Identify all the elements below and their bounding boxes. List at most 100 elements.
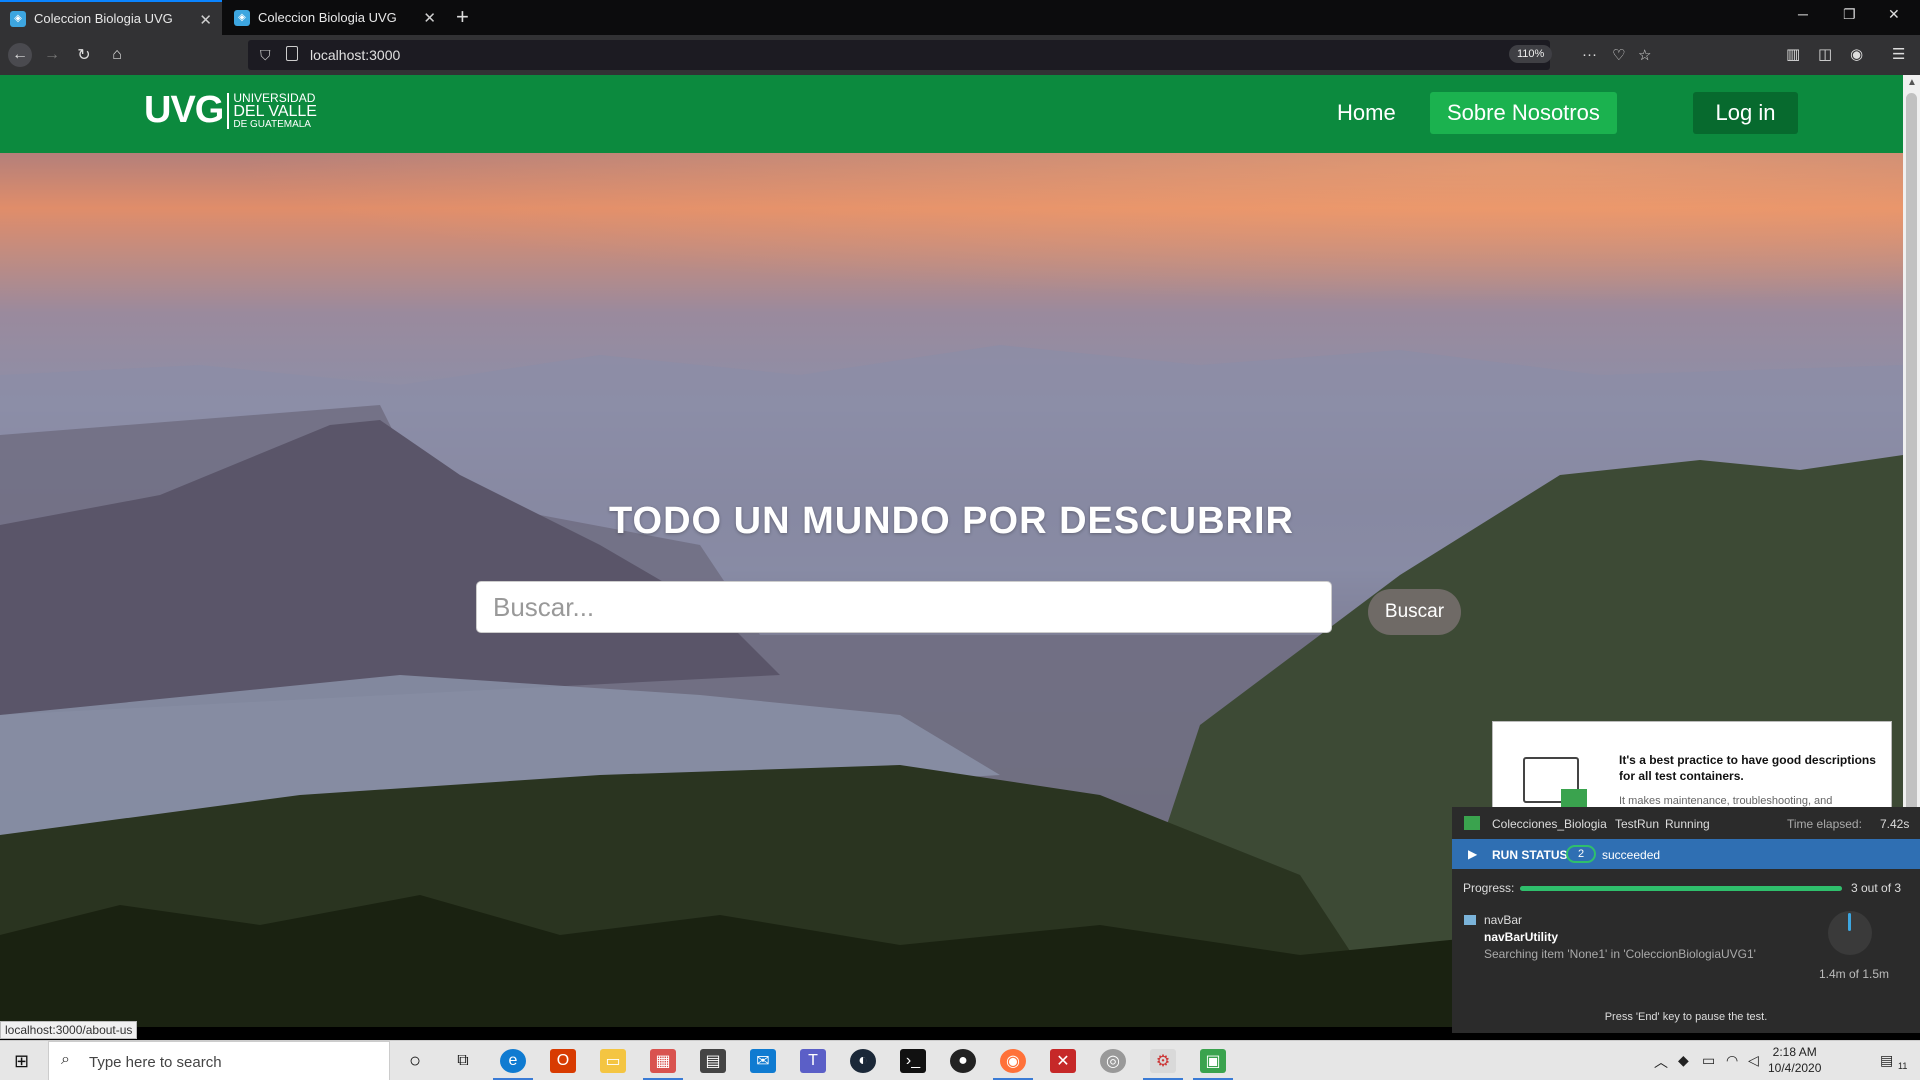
succeeded-count-badge: 2 (1566, 845, 1596, 863)
teams-icon[interactable]: T (800, 1049, 826, 1073)
taskbar-search[interactable]: ⌕ Type here to search (48, 1041, 390, 1080)
memory-usage: 1.4m of 1.5m (1819, 967, 1890, 981)
loading-spinner-icon (1828, 911, 1872, 955)
mail-icon[interactable]: ✉ (750, 1049, 776, 1073)
test-tip-card: It's a best practice to have good descri… (1492, 721, 1892, 811)
scroll-up-icon[interactable]: ▲ (1907, 77, 1917, 88)
minimize-icon[interactable]: ─ (1798, 6, 1808, 22)
notification-count: 11 (1898, 1061, 1908, 1071)
close-tab-icon[interactable]: ✕ (423, 9, 436, 27)
site-navbar: UVG UNIVERSIDAD DEL VALLE DE GUATEMALA H… (0, 75, 1903, 153)
test-parent: navBar (1484, 913, 1523, 927)
calendar-app-icon[interactable]: ▦ (650, 1049, 676, 1073)
home-icon[interactable]: ⌂ (105, 43, 129, 67)
browser-tab-bar: ◈ Coleccion Biologia UVG ✕ ◈ Coleccion B… (0, 0, 1920, 35)
succeeded-label: succeeded (1602, 848, 1661, 862)
test-detail: Searching item 'None1' in 'ColeccionBiol… (1484, 947, 1756, 961)
battery-icon[interactable]: ▭ (1702, 1052, 1715, 1069)
tip-title: It's a best practice to have good descri… (1619, 753, 1876, 783)
reload-icon[interactable]: ↻ (72, 43, 96, 67)
run-status-label: RUN STATUS (1492, 848, 1568, 862)
restore-icon[interactable]: ❐ (1843, 6, 1856, 23)
volume-icon[interactable]: ◁ (1748, 1052, 1759, 1069)
test-studio-icon[interactable]: ▣ (1200, 1049, 1226, 1073)
run-status-bar[interactable]: ▶ RUN STATUS 2 succeeded (1452, 839, 1920, 869)
sidebar-icon[interactable]: ◫ (1818, 45, 1832, 63)
library-icon[interactable]: ▥ (1786, 45, 1800, 63)
steam-icon[interactable]: ◐ (850, 1049, 876, 1073)
wifi-icon[interactable]: ◠ (1726, 1052, 1738, 1069)
windows-start-icon[interactable]: ⊞ (14, 1051, 29, 1072)
logo-text: UNIVERSIDAD DEL VALLE DE GUATEMALA (233, 92, 317, 130)
cortana-icon[interactable]: ○ (402, 1049, 428, 1073)
system-clock[interactable]: 2:18 AM 10/4/2020 (1768, 1044, 1821, 1076)
clock-date: 10/4/2020 (1768, 1061, 1822, 1075)
folder-icon (1464, 915, 1476, 925)
new-tab-icon[interactable]: + (456, 4, 469, 30)
search-button[interactable]: Buscar (1368, 589, 1461, 635)
elapsed-time: 7.42s (1880, 817, 1910, 831)
close-tab-icon[interactable]: ✕ (199, 11, 212, 29)
project-name: Colecciones_Biologia (1492, 817, 1607, 831)
forward-icon[interactable]: → (40, 43, 64, 67)
tip-body: It makes maintenance, troubleshooting, a… (1619, 795, 1833, 807)
page-info-icon[interactable] (286, 46, 298, 61)
current-test-item: navBar navBarUtility Searching item 'Non… (1452, 911, 1920, 981)
progress-row: Progress: 3 out of 3 (1452, 877, 1920, 899)
link-status-bar: localhost:3000/about-us (0, 1021, 138, 1039)
elapsed-label: Time elapsed: (1787, 817, 1862, 831)
bookmark-star-icon[interactable]: ☆ (1638, 46, 1651, 64)
pause-hint: Press 'End' key to pause the test. (1604, 1011, 1768, 1023)
address-bar[interactable]: ⛉ localhost:3000 110% ··· ♡ ☆ (248, 40, 1651, 70)
hero-title: TODO UN MUNDO POR DESCUBRIR (609, 500, 1294, 542)
progress-count: 3 out of 3 (1851, 881, 1902, 895)
network-tool-icon[interactable]: ⚙ (1150, 1049, 1176, 1073)
store-icon[interactable]: ▤ (700, 1049, 726, 1073)
dropbox-icon[interactable]: ◆ (1678, 1052, 1689, 1069)
favicon-icon: ◈ (10, 10, 26, 27)
xmind-icon[interactable]: ✕ (1050, 1049, 1076, 1073)
run-state: Running (1665, 817, 1710, 831)
zoom-badge[interactable]: 110% (1509, 45, 1553, 63)
menu-icon[interactable]: ☰ (1892, 45, 1905, 63)
search-box (476, 581, 1332, 633)
close-window-icon[interactable]: ✕ (1888, 6, 1900, 23)
login-button[interactable]: Log in (1693, 92, 1798, 134)
browser-tab-1[interactable]: ◈ Coleccion Biologia UVG ✕ (0, 0, 222, 35)
test-run-icon (1464, 816, 1480, 830)
progress-label: Progress: (1463, 881, 1515, 895)
settings-app-icon[interactable]: ◎ (1100, 1049, 1126, 1073)
office-icon[interactable]: O (550, 1049, 576, 1073)
tray-chevron-icon[interactable]: ︿ (1654, 1052, 1668, 1072)
firefox-icon[interactable]: ◉ (1000, 1049, 1026, 1073)
more-actions-icon[interactable]: ··· (1582, 46, 1597, 63)
alienware-icon[interactable]: ● (950, 1049, 976, 1073)
browser-tab-2[interactable]: ◈ Coleccion Biologia UVG ✕ (224, 0, 446, 35)
shield-icon[interactable]: ⛉ (260, 47, 271, 64)
pocket-icon[interactable]: ♡ (1612, 46, 1625, 64)
task-view-icon[interactable]: ⧉ (450, 1049, 476, 1073)
logo-line-1: UNIVERSIDAD (233, 90, 316, 105)
logo-line-2: DEL VALLE (233, 102, 317, 120)
logo-line-3: DE GUATEMALA (233, 118, 311, 130)
terminal-icon[interactable]: ›_ (900, 1049, 926, 1073)
uvg-logo[interactable]: UVG UNIVERSIDAD DEL VALLE DE GUATEMALA (144, 89, 317, 132)
progress-fill (1520, 886, 1842, 891)
file-explorer-icon[interactable]: ▭ (600, 1049, 626, 1073)
browser-toolbar: ← → ↻ ⌂ ⛉ localhost:3000 110% ··· ♡ ☆ ▥ … (0, 35, 1920, 75)
back-icon[interactable]: ← (8, 43, 32, 67)
test-run-header: Colecciones_Biologia TestRun Running Tim… (1452, 807, 1920, 839)
nav-about-link[interactable]: Sobre Nosotros (1430, 92, 1617, 134)
taskbar-search-placeholder: Type here to search (89, 1054, 222, 1071)
test-name: navBarUtility (1484, 930, 1559, 944)
clock-time: 2:18 AM (1772, 1045, 1817, 1059)
account-icon[interactable]: ◉ (1850, 45, 1863, 63)
nav-home-link[interactable]: Home (1320, 92, 1413, 134)
url-text: localhost:3000 (310, 47, 401, 63)
favicon-icon: ◈ (234, 9, 250, 26)
edge-browser-icon[interactable]: e (500, 1049, 526, 1073)
play-icon[interactable]: ▶ (1468, 847, 1477, 861)
notifications-icon[interactable]: ▤ (1880, 1052, 1893, 1069)
search-input[interactable] (477, 582, 1331, 632)
run-mode: TestRun (1615, 817, 1660, 831)
